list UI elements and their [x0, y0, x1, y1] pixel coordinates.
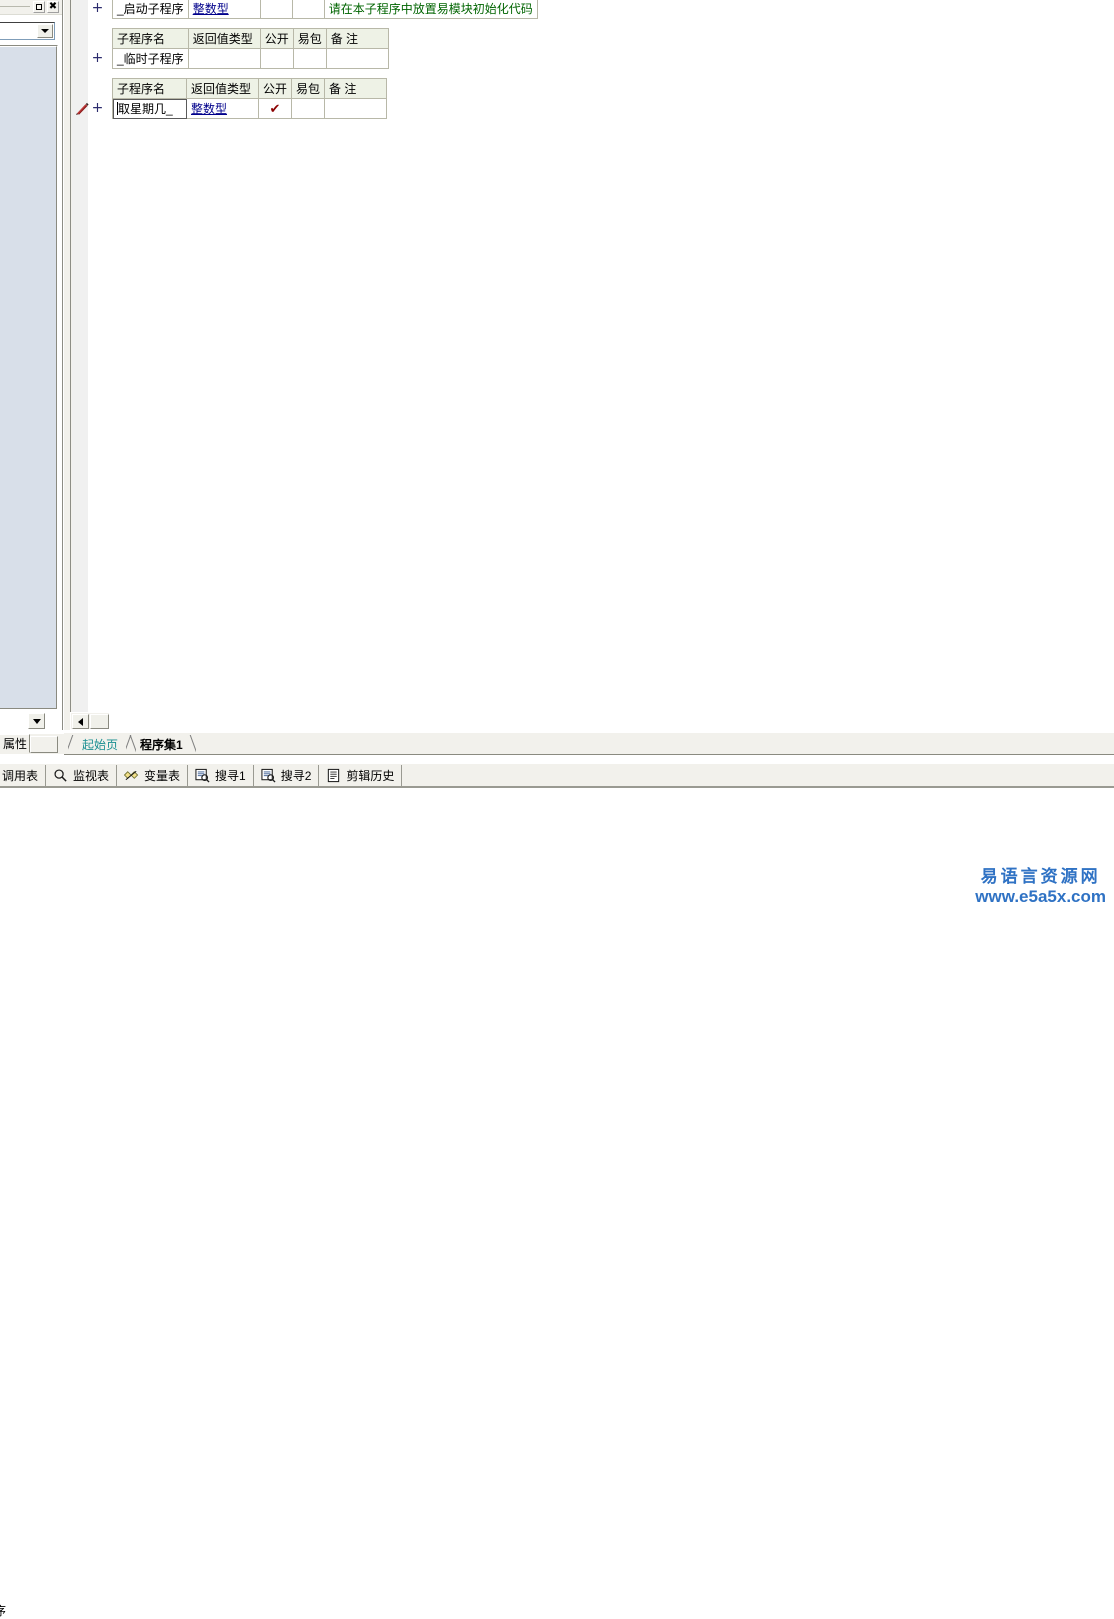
tool-tab-clip-history[interactable]: 剪辑历史: [319, 764, 403, 786]
magnifier-icon: [53, 768, 68, 783]
col-subroutine-name: 子程序名: [112, 78, 187, 99]
check-icon: ✔: [269, 100, 281, 116]
triangle-down-icon: [32, 718, 41, 724]
expander-row-1[interactable]: +: [91, 51, 104, 65]
tool-tab-label: 变量表: [144, 768, 181, 783]
tab-start-page-label: 起始页: [82, 737, 119, 752]
table-row[interactable]: _临时子程序: [112, 48, 389, 69]
tool-tab-label: 搜寻1: [215, 768, 246, 783]
close-window-button[interactable]: ✖: [47, 1, 59, 13]
cell-public-checked[interactable]: ✔: [257, 98, 293, 119]
document-tabstrip-rule: [64, 754, 1114, 755]
restore-icon: [36, 4, 42, 10]
table-header-row: 子程序名 返回值类型 公开 易包 备 注: [112, 78, 388, 99]
tab-properties[interactable]: 属性: [0, 734, 30, 753]
col-note: 备 注: [325, 28, 389, 49]
tool-tab-call-table[interactable]: 调用表: [0, 764, 47, 786]
tool-tab-label: 搜寻2: [280, 768, 312, 783]
return-type-link[interactable]: 整数型: [191, 102, 227, 116]
restore-window-button[interactable]: [33, 1, 45, 13]
cell-subroutine-name-editing[interactable]: 取星期几_: [112, 98, 187, 119]
cell-subroutine-name[interactable]: _临时子程序: [112, 48, 189, 69]
watermark-url: www.e5a5x.com: [975, 887, 1106, 906]
tool-tab-search-1[interactable]: 搜寻1: [188, 764, 254, 786]
tab-start-page[interactable]: 起始页: [76, 734, 124, 754]
chevron-down-icon: [41, 29, 49, 33]
tool-tab-watch-table[interactable]: 监视表: [46, 764, 118, 786]
diamonds-icon: [123, 768, 139, 783]
clipboard-icon: [326, 768, 341, 783]
tab-edge-right-1: [184, 735, 196, 753]
listbox-scroll-down-button[interactable]: [28, 713, 45, 729]
tab-properties-spare[interactable]: [30, 736, 58, 753]
tab-program-set-1-label: 程序集1: [140, 737, 183, 752]
tool-tab-variable-table[interactable]: 变量表: [117, 764, 189, 786]
cell-return-type[interactable]: 整数型: [186, 98, 259, 119]
col-public: 公开: [257, 78, 293, 99]
cell-public[interactable]: [259, 48, 294, 69]
bottom-pane-clipped-text: 序: [0, 1604, 7, 1618]
note-text: 请在本子程序中放置易模块初始化代码: [328, 2, 533, 16]
cell-note[interactable]: 请在本子程序中放置易模块初始化代码: [323, 0, 538, 19]
table-header-row: 子程序名 返回值类型 公开 易包 备 注: [112, 28, 389, 49]
dock-divider-right: [70, 0, 71, 730]
tool-tab-search-2[interactable]: 搜寻2: [254, 764, 320, 786]
tool-tab-label: 监视表: [73, 768, 110, 783]
cell-pack[interactable]: [291, 0, 325, 19]
col-return-type: 返回值类型: [187, 28, 261, 49]
bottom-tool-tabstrip: 调用表 监视表 变量表 搜寻1 搜寻2 剪辑历史: [0, 763, 1114, 786]
table-row[interactable]: 取星期几_ 整数型 ✔: [112, 98, 388, 119]
expander-row-0[interactable]: +: [91, 1, 104, 15]
subroutine-name-value: 取星期几_: [118, 102, 173, 116]
hscroll-left-button[interactable]: [72, 714, 89, 729]
cell-pack[interactable]: [292, 48, 327, 69]
hscroll-thumb[interactable]: [90, 714, 109, 729]
return-type-link[interactable]: 整数型: [193, 2, 229, 16]
triangle-left-icon: [78, 717, 83, 726]
cell-return-type[interactable]: [187, 48, 261, 69]
pencil-edit-icon: [76, 102, 89, 115]
cell-note[interactable]: [324, 98, 388, 119]
object-combo-box[interactable]: [0, 22, 55, 40]
tool-tab-label: 调用表: [2, 768, 39, 783]
code-editor-area[interactable]: + + + _启动子程序 整数型 请在本子程序中放置易模块初始化代码 子程序名 …: [72, 0, 1114, 730]
subroutine-table-2[interactable]: 子程序名 返回值类型 公开 易包 备 注 取星期几_ 整数型 ✔: [112, 78, 388, 119]
col-subroutine-name: 子程序名: [112, 28, 189, 49]
editor-horizontal-scrollbar[interactable]: [70, 712, 110, 730]
cell-return-type[interactable]: 整数型: [187, 0, 261, 19]
tab-properties-label: 属性: [2, 737, 27, 751]
search-list-icon: [195, 768, 210, 783]
subroutine-table-0[interactable]: _启动子程序 整数型 请在本子程序中放置易模块初始化代码: [112, 0, 538, 19]
properties-tabstrip: 属性: [0, 734, 64, 754]
col-pack: 易包: [291, 78, 326, 99]
col-return-type: 返回值类型: [186, 78, 259, 99]
dock-divider-left: [62, 0, 63, 730]
col-pack: 易包: [292, 28, 327, 49]
subroutine-table-1[interactable]: 子程序名 返回值类型 公开 易包 备 注 _临时子程序: [112, 28, 389, 69]
left-dock-panel: ✖: [0, 0, 62, 735]
close-icon: ✖: [48, 1, 58, 12]
cell-subroutine-name[interactable]: _启动子程序: [112, 0, 189, 19]
object-listbox[interactable]: [0, 45, 58, 710]
tab-program-set-1[interactable]: 程序集1: [134, 734, 189, 754]
cell-note[interactable]: [325, 48, 389, 69]
titlebar-rule: [0, 6, 30, 7]
col-public: 公开: [259, 28, 294, 49]
table-row[interactable]: _启动子程序 整数型 请在本子程序中放置易模块初始化代码: [112, 0, 538, 19]
document-tabstrip: 起始页 程序集1: [64, 733, 1114, 755]
cell-public[interactable]: [259, 0, 293, 19]
search-list-icon: [261, 768, 276, 783]
object-listbox-inner: [0, 46, 57, 709]
expander-row-2[interactable]: +: [91, 101, 104, 115]
watermark: 易语言资源网 www.e5a5x.com: [975, 867, 1106, 907]
watermark-site-name: 易语言资源网: [980, 867, 1101, 886]
tool-tab-label: 剪辑历史: [346, 768, 395, 783]
combo-dropdown-button[interactable]: [37, 24, 53, 38]
bottom-output-pane[interactable]: 序: [0, 789, 1114, 1618]
col-note: 备 注: [324, 78, 388, 99]
cell-pack[interactable]: [291, 98, 326, 119]
